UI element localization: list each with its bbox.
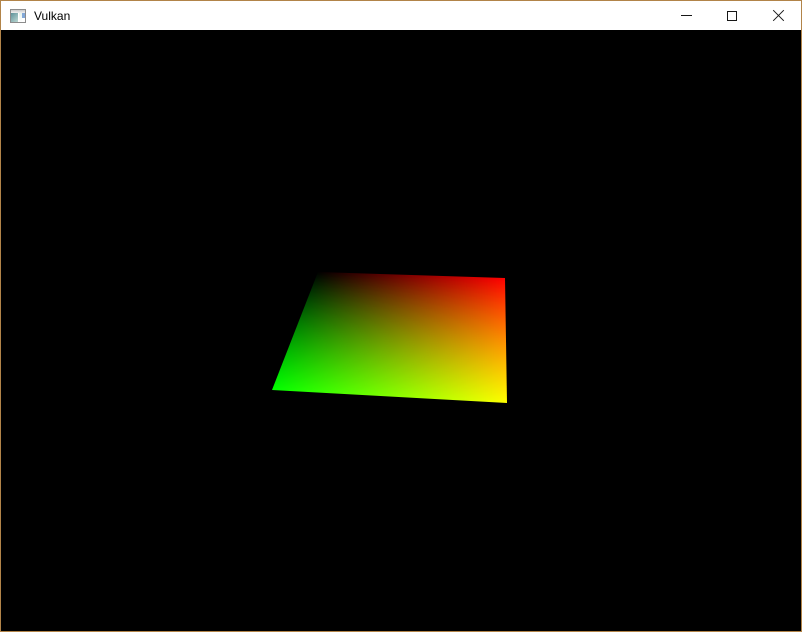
minimize-button[interactable] bbox=[663, 1, 709, 30]
gradient-quad bbox=[272, 272, 507, 403]
app-icon[interactable] bbox=[10, 9, 26, 23]
window-controls bbox=[663, 1, 801, 30]
close-button[interactable] bbox=[755, 1, 801, 30]
close-icon bbox=[772, 9, 785, 22]
app-icon-left-pane bbox=[11, 13, 18, 22]
minimize-icon bbox=[681, 15, 692, 16]
maximize-icon bbox=[727, 11, 737, 21]
render-viewport bbox=[1, 30, 801, 631]
vulkan-window: Vulkan bbox=[0, 0, 802, 632]
app-icon-accent bbox=[22, 13, 25, 18]
titlebar[interactable]: Vulkan bbox=[1, 1, 801, 30]
window-title: Vulkan bbox=[34, 9, 70, 23]
maximize-button[interactable] bbox=[709, 1, 755, 30]
